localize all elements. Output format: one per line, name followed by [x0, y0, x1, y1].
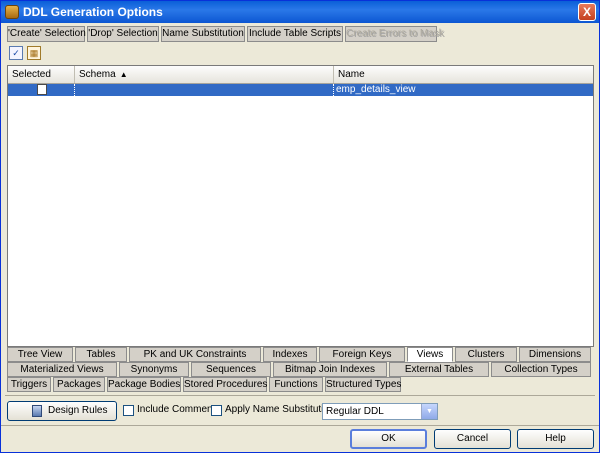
- row-name-cell[interactable]: emp_details_view: [334, 84, 593, 96]
- tab-indexes[interactable]: Indexes: [263, 347, 317, 362]
- tab-panel-divider: [5, 395, 595, 396]
- column-header-selected[interactable]: Selected: [8, 66, 75, 83]
- ddl-mode-select[interactable]: Regular DDL ▼: [322, 403, 438, 420]
- column-header-name[interactable]: Name: [334, 66, 593, 83]
- tab-drop-selection[interactable]: 'Drop' Selection: [87, 26, 159, 42]
- tab-create-errors-to-mask: Create Errors to Mask: [345, 26, 444, 42]
- table-row[interactable]: emp_details_view: [8, 84, 593, 96]
- row-selected-cell[interactable]: [8, 84, 75, 96]
- tab-package-bodies[interactable]: Package Bodies: [107, 377, 181, 392]
- design-rules-button[interactable]: Design Rules: [7, 401, 117, 421]
- row-selected-checkbox[interactable]: [37, 84, 47, 95]
- tab-collection-types[interactable]: Collection Types: [491, 362, 591, 377]
- tab-tables[interactable]: Tables: [75, 347, 127, 362]
- tab-pk-uk-constraints[interactable]: PK and UK Constraints: [129, 347, 261, 362]
- tab-materialized-views[interactable]: Materialized Views: [7, 362, 117, 377]
- tab-triggers[interactable]: Triggers: [7, 377, 51, 392]
- row-schema-cell[interactable]: [75, 84, 334, 96]
- close-button[interactable]: X: [578, 3, 596, 21]
- chevron-down-icon: ▼: [421, 404, 437, 419]
- tab-structured-types[interactable]: Structured Types: [325, 377, 401, 392]
- footer-separator: [1, 425, 599, 426]
- tab-foreign-keys[interactable]: Foreign Keys: [319, 347, 405, 362]
- tab-external-tables[interactable]: External Tables: [389, 362, 489, 377]
- app-icon: [5, 5, 19, 19]
- tab-functions[interactable]: Functions: [269, 377, 323, 392]
- table-grid-icon[interactable]: ▦: [27, 46, 41, 60]
- title-bar[interactable]: DDL Generation Options X: [1, 1, 599, 23]
- column-header-schema[interactable]: Schema ▲: [75, 66, 334, 83]
- object-type-tabs: Tree View Tables PK and UK Constraints I…: [5, 347, 595, 392]
- tab-synonyms[interactable]: Synonyms: [119, 362, 189, 377]
- tab-include-table-scripts[interactable]: Include Table Scripts: [247, 26, 343, 42]
- cancel-button[interactable]: Cancel: [434, 429, 511, 449]
- tab-stored-procedures[interactable]: Stored Procedures: [183, 377, 267, 392]
- checkbox-checked-icon[interactable]: ✓: [9, 46, 23, 60]
- tab-tree-view[interactable]: Tree View: [7, 347, 73, 362]
- ddl-generation-options-dialog: DDL Generation Options X 'Create' Select…: [0, 0, 600, 453]
- apply-name-substitution-checkbox[interactable]: [211, 405, 222, 416]
- include-comments-label: Include Comments: [137, 404, 221, 415]
- tab-views[interactable]: Views: [407, 347, 453, 362]
- tab-name-substitution[interactable]: Name Substitution: [161, 26, 245, 42]
- apply-name-substitution-label: Apply Name Substitution: [225, 404, 335, 415]
- window-title: DDL Generation Options: [23, 5, 163, 19]
- help-button[interactable]: Help: [517, 429, 594, 449]
- tab-create-selection[interactable]: 'Create' Selection: [7, 26, 86, 42]
- tab-clusters[interactable]: Clusters: [455, 347, 517, 362]
- tab-packages[interactable]: Packages: [53, 377, 105, 392]
- tab-dimensions[interactable]: Dimensions: [519, 347, 591, 362]
- table-header: Selected Schema ▲ Name: [8, 66, 593, 84]
- include-comments-checkbox[interactable]: [123, 405, 134, 416]
- objects-table: Selected Schema ▲ Name emp_details_view: [7, 65, 594, 347]
- sort-ascending-icon: ▲: [119, 70, 128, 79]
- tab-bitmap-join-indexes[interactable]: Bitmap Join Indexes: [273, 362, 387, 377]
- ok-button[interactable]: OK: [350, 429, 427, 449]
- tab-sequences[interactable]: Sequences: [191, 362, 271, 377]
- design-rules-icon: [32, 405, 42, 417]
